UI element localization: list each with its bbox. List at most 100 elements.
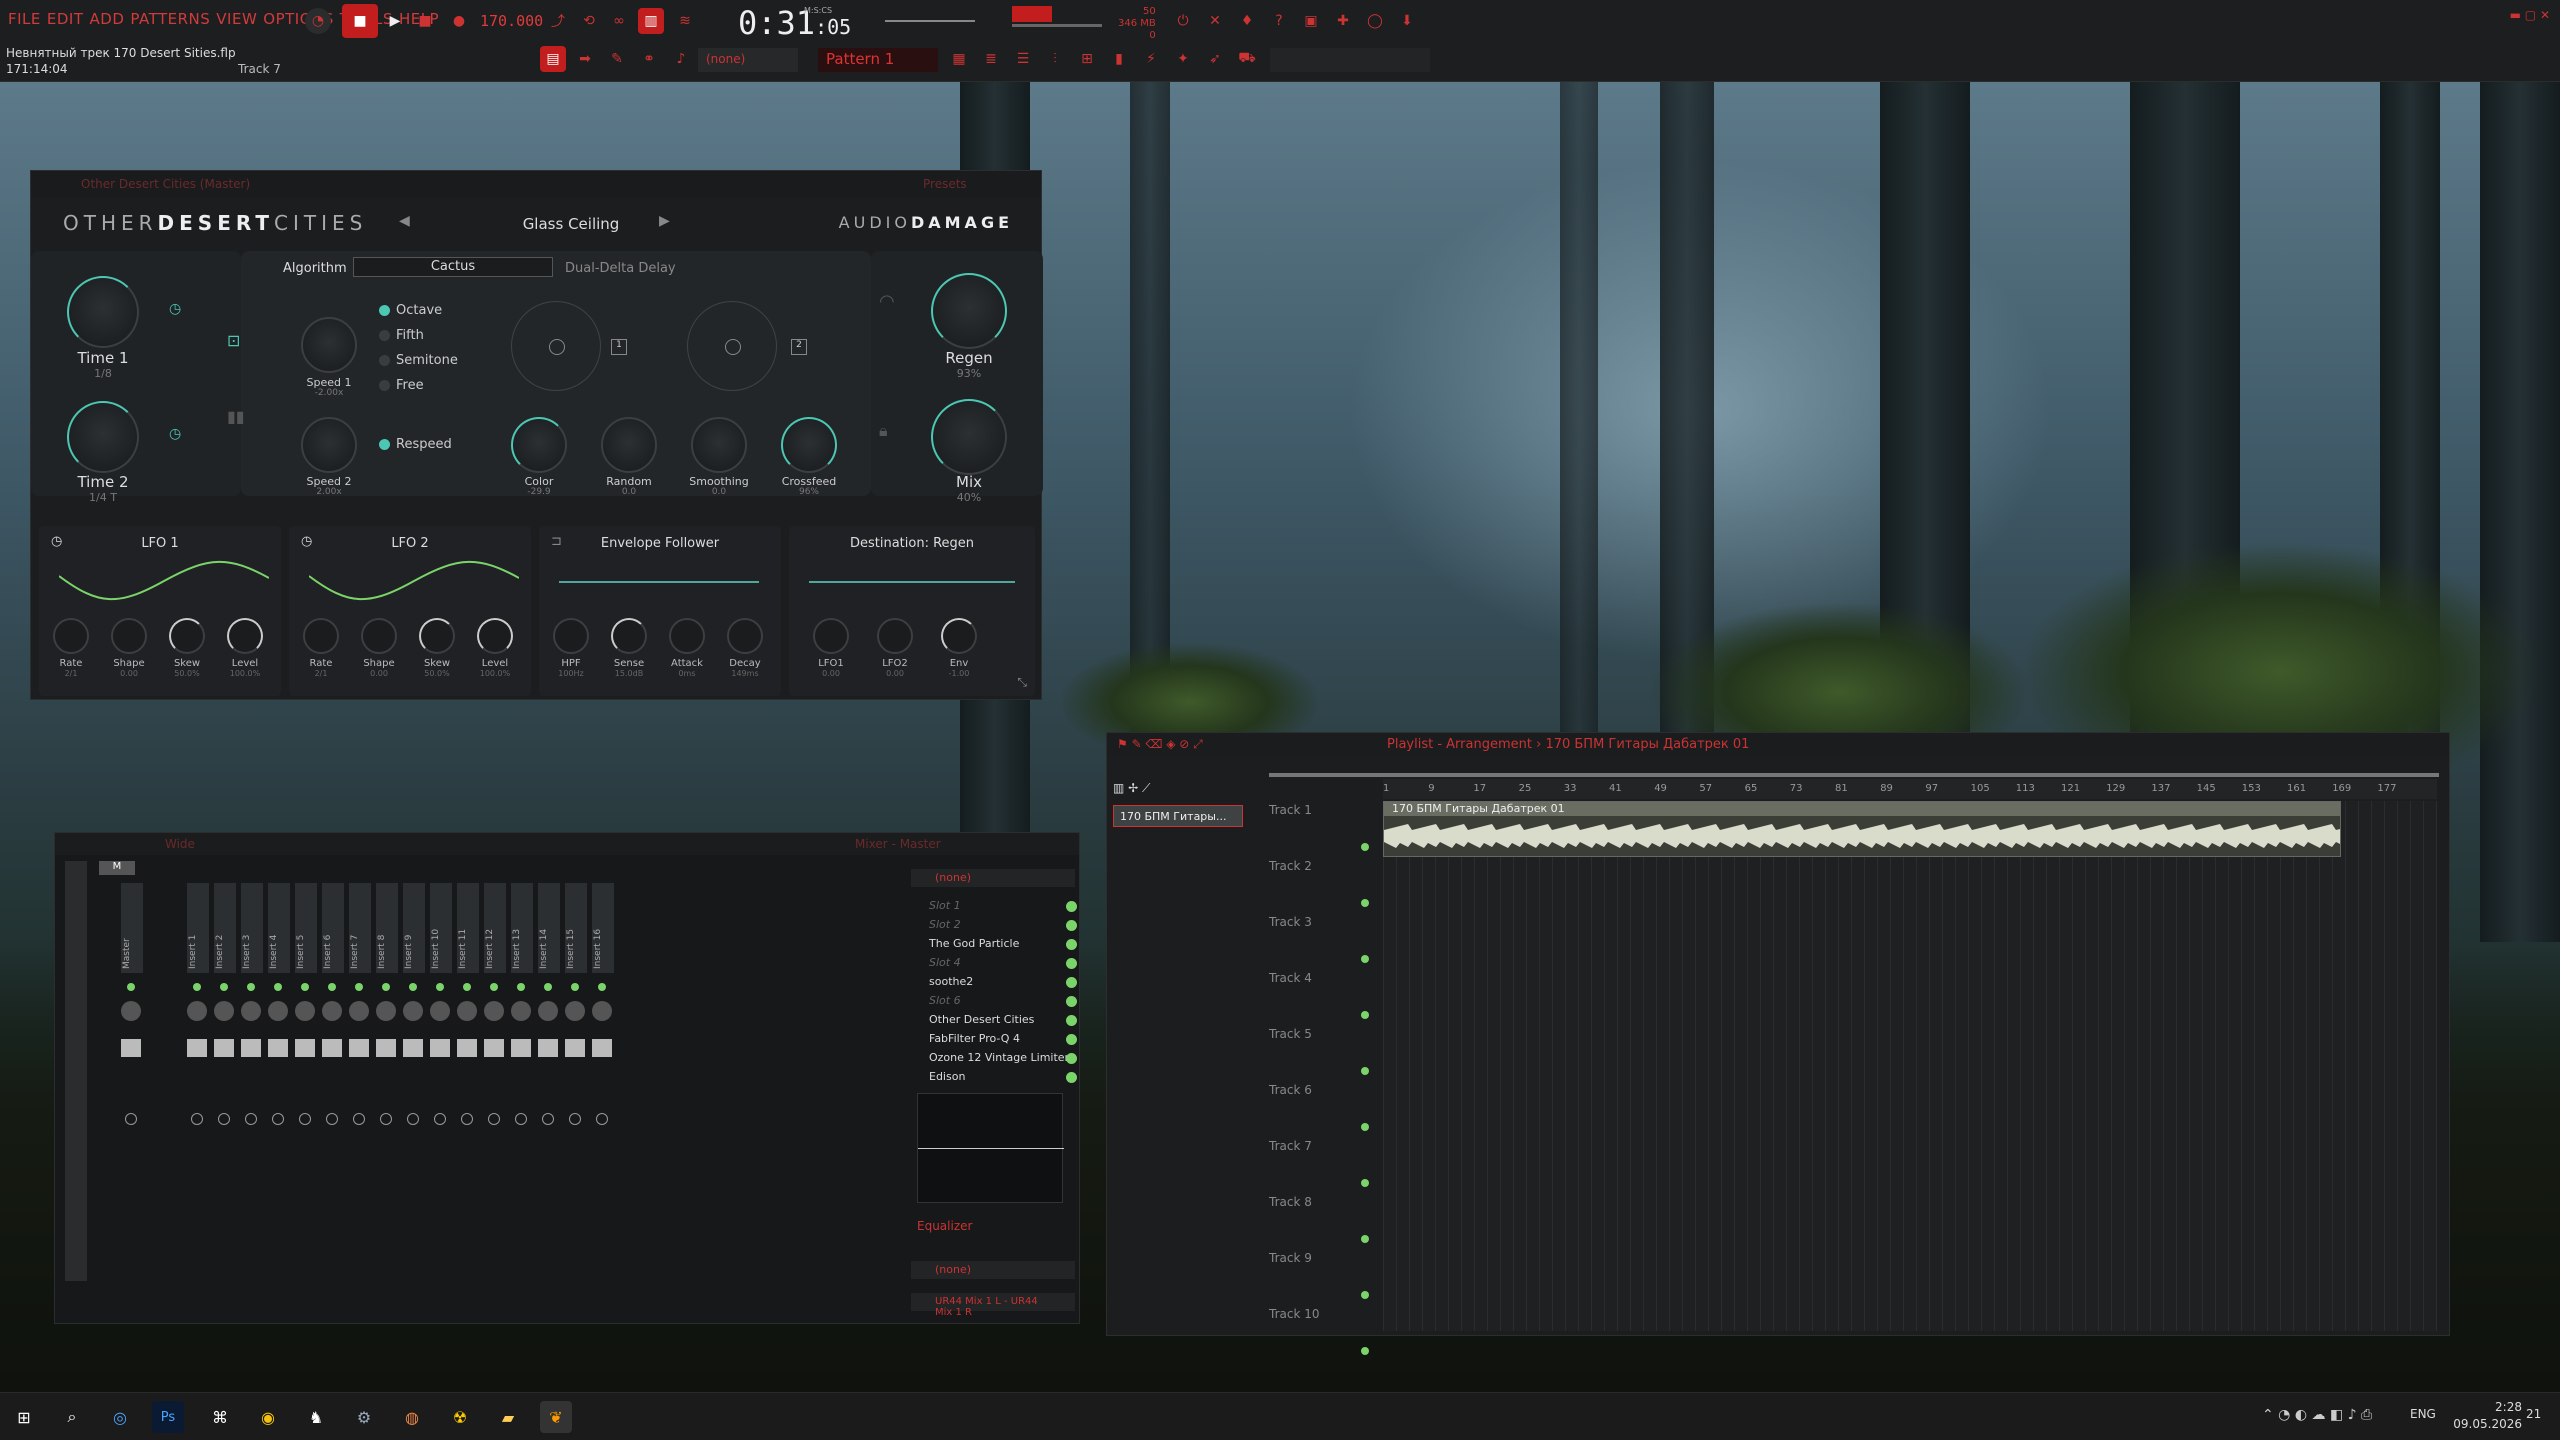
regen-knob[interactable] bbox=[931, 273, 1007, 349]
song-mode-button[interactable]: ■ bbox=[342, 4, 378, 38]
clock[interactable]: 2:28 09.05.2026 bbox=[2452, 1399, 2522, 1433]
strip-fader[interactable] bbox=[538, 1039, 558, 1057]
next-icon[interactable]: ➡ bbox=[572, 46, 598, 72]
strip-enable-led[interactable] bbox=[463, 983, 471, 991]
add-pattern-icon[interactable]: ▦ bbox=[946, 46, 972, 72]
xy-pad-1[interactable] bbox=[511, 301, 601, 391]
strip-fader[interactable] bbox=[295, 1039, 315, 1057]
track-header[interactable]: Track 5 bbox=[1269, 1027, 1369, 1041]
strip-pan-knob[interactable] bbox=[241, 1001, 261, 1021]
track-header[interactable]: Track 6 bbox=[1269, 1083, 1369, 1097]
strip-fader[interactable] bbox=[565, 1039, 585, 1057]
window-controls[interactable]: ▬ ▢ ✕ bbox=[2510, 8, 2550, 22]
strip-enable-led[interactable] bbox=[382, 983, 390, 991]
strip-route-icon[interactable] bbox=[434, 1113, 446, 1125]
track-header[interactable]: Track 8 bbox=[1269, 1195, 1369, 1209]
chat-icon[interactable]: ◯ bbox=[1362, 8, 1388, 34]
download-icon[interactable]: ⬇ bbox=[1394, 8, 1420, 34]
chrome-icon[interactable]: ◉ bbox=[252, 1401, 284, 1433]
cross-icon[interactable]: ✕ bbox=[1202, 8, 1228, 34]
tempo-display[interactable]: 170.000 bbox=[480, 12, 543, 30]
speed1-knob[interactable] bbox=[301, 317, 357, 373]
plugin-window-title[interactable]: Other Desert Cities (Master) Presets bbox=[31, 171, 1041, 197]
strip-route-icon[interactable] bbox=[245, 1113, 257, 1125]
preset-next-icon[interactable]: ▶ bbox=[659, 213, 670, 229]
lfo1-level-knob[interactable] bbox=[227, 618, 263, 654]
strip-route-icon[interactable] bbox=[488, 1113, 500, 1125]
strip-fader[interactable] bbox=[403, 1039, 423, 1057]
master-tab[interactable]: M bbox=[99, 861, 135, 875]
channel-rack-icon[interactable]: ☰ bbox=[1010, 46, 1036, 72]
strip-pan-knob[interactable] bbox=[322, 1001, 342, 1021]
strip-fader[interactable] bbox=[268, 1039, 288, 1057]
tool-icon[interactable]: ➶ bbox=[1202, 46, 1228, 72]
algorithm-select[interactable]: Cactus bbox=[353, 257, 553, 277]
time2-knob[interactable] bbox=[67, 401, 139, 473]
strip-route-icon[interactable] bbox=[218, 1113, 230, 1125]
fx-slot[interactable]: Edison bbox=[911, 1070, 1081, 1087]
strip-pan-knob[interactable] bbox=[403, 1001, 423, 1021]
pattern-clip-source[interactable]: 170 БПМ Гитары... bbox=[1113, 805, 1243, 827]
blend-icon[interactable]: ≋ bbox=[672, 8, 698, 34]
strip-enable-led[interactable] bbox=[436, 983, 444, 991]
strip-route-icon[interactable] bbox=[542, 1113, 554, 1125]
lfo1-shape-knob[interactable] bbox=[111, 618, 147, 654]
track-enable-led[interactable] bbox=[1361, 1179, 1369, 1187]
playlist-grid[interactable] bbox=[1383, 801, 2437, 1331]
strip-fader[interactable] bbox=[121, 1039, 141, 1057]
mode-octave[interactable]: Octave bbox=[379, 303, 442, 318]
time2-sync-icon[interactable]: ◷ bbox=[169, 426, 181, 442]
resize-icon[interactable]: ⤡ bbox=[1017, 675, 1027, 690]
strip-pan-knob[interactable] bbox=[187, 1001, 207, 1021]
plug-icon[interactable]: ⚡ bbox=[1138, 46, 1164, 72]
strip-pan-knob[interactable] bbox=[214, 1001, 234, 1021]
speed2-knob[interactable] bbox=[301, 417, 357, 473]
fx-slot[interactable]: Ozone 12 Vintage Limiter bbox=[911, 1051, 1081, 1068]
fx-slot[interactable]: Other Desert Cities bbox=[911, 1013, 1081, 1030]
strip-pan-knob[interactable] bbox=[565, 1001, 585, 1021]
link-icon[interactable]: ⚭ bbox=[636, 46, 662, 72]
track-enable-led[interactable] bbox=[1361, 1347, 1369, 1355]
track-header[interactable]: Track 2 bbox=[1269, 859, 1369, 873]
input-select[interactable]: (none) bbox=[911, 869, 1075, 887]
loop-icon[interactable]: ⟲ bbox=[576, 8, 602, 34]
mixer-strip[interactable]: Master bbox=[117, 883, 155, 1303]
env-attack-knob[interactable] bbox=[669, 618, 705, 654]
fx-slot[interactable]: FabFilter Pro-Q 4 bbox=[911, 1032, 1081, 1049]
mix-lock-icon[interactable]: 🔒︎ bbox=[879, 421, 888, 441]
track-header[interactable]: Track 1 bbox=[1269, 803, 1369, 817]
dest-lfo1-knob[interactable] bbox=[813, 618, 849, 654]
presets-label[interactable]: Presets bbox=[923, 177, 967, 191]
stop-icon[interactable]: ■ bbox=[412, 8, 438, 34]
strip-pan-knob[interactable] bbox=[121, 1001, 141, 1021]
dest-lfo2-knob[interactable] bbox=[877, 618, 913, 654]
piano-roll-icon[interactable]: ≣ bbox=[978, 46, 1004, 72]
track-header[interactable]: Track 4 bbox=[1269, 971, 1369, 985]
respeed-toggle[interactable]: Respeed bbox=[379, 437, 452, 452]
lfo1-skew-knob[interactable] bbox=[169, 618, 205, 654]
playlist-browse-icons[interactable]: ▥ ✢ ⟋ bbox=[1113, 781, 1253, 803]
save-icon[interactable]: ▣ bbox=[1298, 8, 1324, 34]
link-time-icon[interactable]: ⊡ bbox=[227, 331, 240, 350]
fx-slot[interactable]: Slot 1 bbox=[911, 899, 1081, 916]
track-header[interactable]: Track 7 bbox=[1269, 1139, 1369, 1153]
bars-icon[interactable]: ▮▮ bbox=[227, 407, 245, 426]
strip-route-icon[interactable] bbox=[272, 1113, 284, 1125]
strip-route-icon[interactable] bbox=[191, 1113, 203, 1125]
strip-pan-knob[interactable] bbox=[268, 1001, 288, 1021]
tray-icons[interactable]: ⌃ ◔ ◐ ☁ ◧ ♪ ⎙ bbox=[2262, 1407, 2372, 1423]
power-icon[interactable]: ⏻ bbox=[1170, 8, 1196, 34]
radiation-icon[interactable]: ☢ bbox=[444, 1401, 476, 1433]
strip-route-icon[interactable] bbox=[515, 1113, 527, 1125]
env-hpf-knob[interactable] bbox=[553, 618, 589, 654]
track-enable-led[interactable] bbox=[1361, 1067, 1369, 1075]
pitch-slider[interactable] bbox=[1012, 24, 1102, 27]
lfo2-skew-knob[interactable] bbox=[419, 618, 455, 654]
strip-fader[interactable] bbox=[430, 1039, 450, 1057]
strip-pan-knob[interactable] bbox=[457, 1001, 477, 1021]
strip-fader[interactable] bbox=[349, 1039, 369, 1057]
bell-icon[interactable]: ♪ bbox=[668, 46, 694, 72]
eq-graph[interactable] bbox=[917, 1093, 1064, 1203]
color-knob[interactable] bbox=[511, 417, 567, 473]
windows-icon[interactable]: ⊞ bbox=[8, 1401, 40, 1433]
